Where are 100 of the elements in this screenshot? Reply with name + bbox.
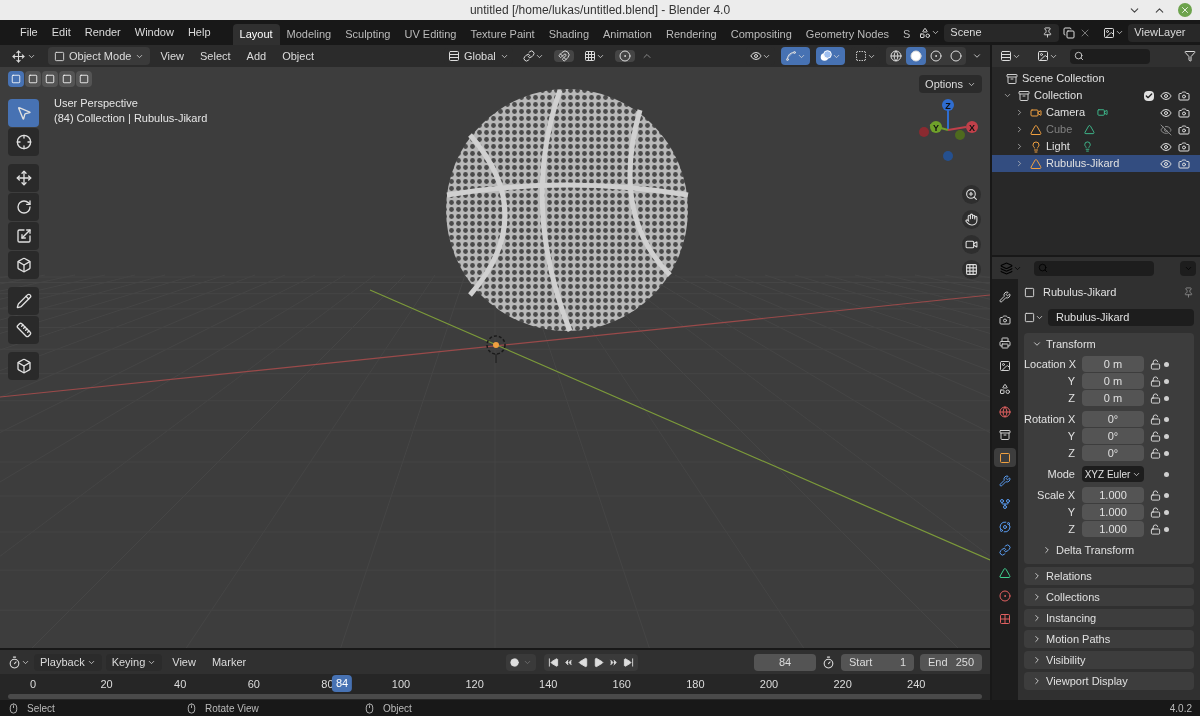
workspace-tab[interactable]: Layout — [232, 24, 280, 45]
eye-closed-icon[interactable] — [1160, 123, 1172, 136]
close-button[interactable] — [1178, 3, 1192, 17]
workspace-tab[interactable]: Rendering — [658, 24, 724, 45]
proportional-button[interactable] — [614, 50, 635, 62]
data-type-button[interactable] — [1024, 311, 1044, 323]
view-layer-type-button[interactable] — [1103, 26, 1125, 39]
eye-icon[interactable] — [1160, 89, 1172, 102]
scene-field[interactable]: Scene — [944, 23, 1060, 42]
number-field[interactable]: 0° — [1082, 411, 1144, 427]
tool-button[interactable] — [8, 352, 39, 380]
filter-icon[interactable] — [1184, 50, 1196, 62]
select-mode-button[interactable] — [42, 71, 58, 87]
menu-item[interactable]: Object — [276, 47, 320, 65]
gizmo-toggle[interactable] — [781, 47, 810, 65]
workspace-tab[interactable]: Texture Paint — [463, 24, 542, 45]
navigation-gizmo-drawing[interactable] — [919, 99, 978, 161]
eye-icon[interactable] — [1160, 106, 1172, 119]
number-field[interactable]: 1.000 — [1082, 487, 1144, 503]
tool-button[interactable] — [8, 287, 39, 315]
menu-item[interactable]: Edit — [45, 24, 77, 41]
copy-icon[interactable] — [1063, 26, 1076, 39]
panel-header[interactable]: Collections — [1024, 588, 1194, 606]
menu-item[interactable]: View — [166, 653, 202, 671]
zoom-icon[interactable] — [962, 185, 981, 204]
menu-item[interactable]: Add — [240, 47, 273, 65]
menu-item[interactable]: Marker — [205, 653, 253, 671]
unlock-icon[interactable] — [1149, 392, 1161, 404]
eye-icon[interactable] — [1160, 157, 1172, 170]
camera-icon[interactable] — [1178, 106, 1190, 119]
number-field[interactable]: 0 m — [1082, 373, 1144, 389]
select-mode-button[interactable] — [76, 71, 92, 87]
menu-item[interactable]: Select — [194, 47, 237, 65]
menu-item[interactable]: Help — [181, 24, 217, 41]
playhead-marker[interactable]: 84 — [331, 675, 353, 692]
record-button[interactable] — [506, 653, 537, 671]
outliner-row[interactable]: Cube — [992, 121, 1200, 138]
number-field[interactable]: 0° — [1082, 445, 1144, 461]
pin-icon[interactable] — [1183, 286, 1194, 298]
caret-icon[interactable] — [972, 51, 982, 61]
properties-tab[interactable] — [994, 448, 1016, 467]
unlock-icon[interactable] — [1149, 375, 1161, 387]
eye-icon[interactable] — [1160, 140, 1172, 153]
workspace-tab[interactable]: Animation — [596, 24, 659, 45]
tool-button[interactable] — [8, 128, 39, 156]
mode-dropdown[interactable]: XYZ Euler — [1082, 466, 1144, 482]
select-mode-button[interactable] — [25, 71, 41, 87]
panel-header[interactable]: Relations — [1024, 567, 1194, 585]
camera-icon[interactable] — [1178, 89, 1190, 102]
workspace-tab[interactable]: Geometry Nodes — [798, 24, 896, 45]
workspace-tab[interactable]: Sculpting — [338, 24, 398, 45]
overlay-toggle[interactable] — [816, 47, 845, 65]
name-field[interactable]: Rubulus-Jikard — [1048, 308, 1194, 326]
menu-item[interactable]: Window — [128, 24, 180, 41]
subpanel-header[interactable]: Delta Transform — [1024, 542, 1194, 558]
menu-item[interactable]: View — [154, 47, 191, 65]
number-field[interactable]: 0 m — [1082, 356, 1144, 372]
mode-dropdown[interactable]: Object Mode — [48, 47, 151, 65]
unlock-icon[interactable] — [1149, 489, 1161, 501]
workspace-tab[interactable]: S — [896, 24, 918, 45]
unlock-icon[interactable] — [1149, 413, 1161, 425]
unlock-icon[interactable] — [1149, 430, 1161, 442]
view-layer-field[interactable]: ViewLayer — [1128, 23, 1200, 42]
panel-header[interactable]: Visibility — [1024, 651, 1194, 669]
unlock-icon[interactable] — [1149, 523, 1161, 535]
camera-icon[interactable] — [1178, 140, 1190, 153]
panel-header[interactable]: Viewport Display — [1024, 672, 1194, 690]
jump-start-icon[interactable] — [548, 656, 560, 668]
workspace-tab[interactable]: UV Editing — [397, 24, 464, 45]
outliner-row[interactable]: Camera — [992, 104, 1200, 121]
tool-button[interactable] — [8, 316, 39, 344]
panel-header[interactable]: Motion Paths — [1024, 630, 1194, 648]
menu-dropdown[interactable]: Keying — [105, 653, 163, 671]
unlock-icon[interactable] — [1149, 506, 1161, 518]
number-field[interactable]: 1.000 — [1082, 504, 1144, 520]
workspace-tab[interactable]: Shading — [541, 24, 597, 45]
number-field[interactable]: 1.000 — [1082, 521, 1144, 537]
tool-button[interactable] — [8, 164, 39, 192]
tool-button[interactable] — [8, 222, 39, 250]
current-frame-field[interactable]: 84 — [754, 653, 816, 671]
tool-button[interactable] — [8, 251, 39, 279]
number-field[interactable]: 0° — [1082, 428, 1144, 444]
menu-item[interactable]: Render — [78, 24, 127, 41]
select-mode-button[interactable] — [8, 71, 24, 87]
outliner-row[interactable]: Collection — [992, 87, 1200, 104]
outliner-row[interactable]: Light — [992, 138, 1200, 155]
checkbox[interactable] — [1144, 90, 1154, 101]
menu-item[interactable]: File — [14, 24, 44, 41]
stopwatch-icon[interactable] — [822, 655, 835, 669]
workspace-tab[interactable]: Modeling — [279, 24, 339, 45]
snap-button[interactable] — [553, 50, 574, 62]
unlock-icon[interactable] — [1149, 358, 1161, 370]
camera-icon[interactable] — [1178, 157, 1190, 170]
end-frame-field[interactable]: End 250 — [920, 653, 982, 671]
hand-icon[interactable] — [962, 210, 981, 229]
unlock-icon[interactable] — [1149, 447, 1161, 459]
select-mode-button[interactable] — [59, 71, 75, 87]
scene-type-button[interactable] — [919, 26, 941, 39]
menu-dropdown[interactable]: Playback — [34, 653, 102, 671]
number-field[interactable]: 0 m — [1082, 390, 1144, 406]
